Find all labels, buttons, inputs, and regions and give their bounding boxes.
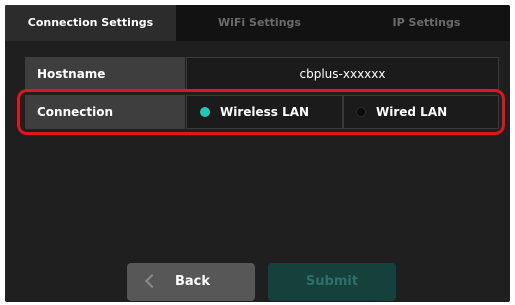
hostname-label: Hostname [25,57,185,91]
tab-ip-settings[interactable]: IP Settings [343,5,510,41]
tab-connection-settings[interactable]: Connection Settings [5,5,176,41]
radio-wired-lan-label: Wired LAN [376,105,448,119]
radio-wireless-lan-label: Wireless LAN [220,105,310,119]
submit-button[interactable]: Submit [268,263,396,301]
hostname-field[interactable]: cbplus-xxxxxx [186,57,499,91]
tab-bar: Connection Settings WiFi Settings IP Set… [5,5,510,41]
back-button[interactable]: Back [127,263,255,301]
radio-unselected-icon [356,107,366,117]
back-button-label: Back [175,274,211,289]
radio-wired-lan[interactable]: Wired LAN [343,95,499,129]
connection-label: Connection [25,95,185,129]
chevron-left-icon [144,273,160,289]
settings-screen: Connection Settings WiFi Settings IP Set… [5,5,510,302]
hostname-row: Hostname cbplus-xxxxxx [25,57,499,91]
connection-row: Connection Wireless LAN Wired LAN [25,95,499,129]
radio-selected-icon [200,107,210,117]
radio-wireless-lan[interactable]: Wireless LAN [186,95,343,129]
tab-wifi-settings[interactable]: WiFi Settings [176,5,343,41]
